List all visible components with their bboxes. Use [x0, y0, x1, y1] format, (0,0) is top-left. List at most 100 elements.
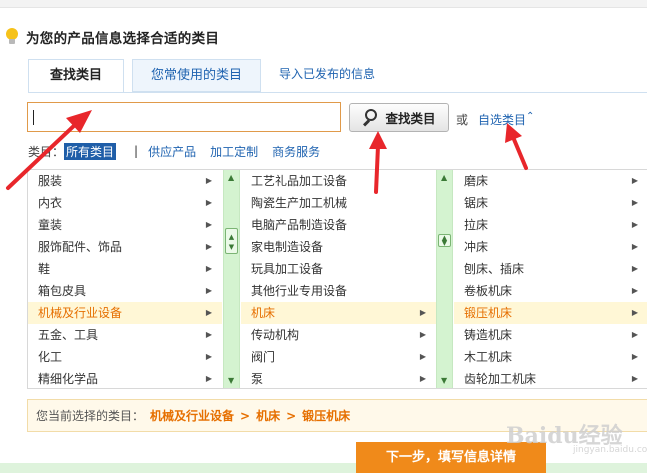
right-triangle-icon: ▶ — [205, 308, 212, 317]
category-list-level3: 磨床 ▶ 锯床 ▶ 拉床 ▶ 冲床 ▶ 刨床、插床 ▶ 卷板机床 ▶ 锻压机床 ▶ 铸造机床 ▶… — [454, 170, 647, 388]
scroll-thumb[interactable]: ▲ ▼ — [438, 234, 451, 247]
right-triangle-icon: ▶ — [631, 264, 638, 273]
page-heading: 为您的产品信息选择合适的类目 — [6, 27, 219, 47]
filter-supply-products[interactable]: 供应产品 — [148, 143, 196, 160]
right-triangle-icon: ▶ — [205, 374, 212, 383]
category-list-level1: 服装 ▶ 内衣 ▶ 童装 ▶ 服饰配件、饰品 ▶ 鞋 ▶ 箱包皮具 ▶ 机械及行业设备 ▶ 五… — [28, 170, 222, 388]
category-item[interactable]: 锯床 ▶ — [454, 192, 647, 214]
right-triangle-icon: ▶ — [205, 242, 212, 251]
category-item[interactable]: 木工机床 ▶ — [454, 346, 647, 368]
right-triangle-icon: ▶ — [205, 220, 212, 229]
category-item-selected[interactable]: 锻压机床 ▶ — [454, 302, 647, 324]
lightbulb-icon — [6, 28, 18, 46]
scrollbar-level1[interactable]: ▲ ▲ ▼ ▼ — [223, 170, 240, 388]
category-item[interactable]: 服饰配件、饰品 ▶ — [28, 236, 222, 258]
right-triangle-icon: ▶ — [205, 198, 212, 207]
find-category-button[interactable]: 查找类目 — [349, 103, 449, 132]
category-search-input[interactable] — [27, 102, 341, 132]
watermark-url: jingyan.baidu.com — [573, 445, 647, 455]
right-triangle-icon: ▶ — [631, 374, 638, 383]
right-triangle-icon: ▶ — [205, 176, 212, 185]
category-item[interactable]: 拉床 ▶ — [454, 214, 647, 236]
category-list-level2: 工艺礼品加工设备 陶瓷生产加工机械 电脑产品制造设备 家电制造设备 玩具加工设备… — [241, 170, 436, 388]
breadcrumb-level1: 机械及行业设备 — [150, 409, 235, 423]
category-item[interactable]: 精细化学品 ▶ — [28, 368, 222, 388]
category-selector-page: { "heading": "为您的产品信息选择合适的类目", "tabs": [… — [0, 0, 647, 473]
tab-frequent-categories[interactable]: 您常使用的类目 — [132, 59, 261, 92]
right-triangle-icon: ▶ — [205, 286, 212, 295]
right-triangle-icon: ▶ — [631, 286, 638, 295]
category-item[interactable]: 阀门 ▶ — [241, 346, 436, 368]
category-item[interactable]: 磨床 ▶ — [454, 170, 647, 192]
right-triangle-icon: ▶ — [631, 352, 638, 361]
bottom-stripe — [546, 463, 647, 473]
scroll-thumb[interactable]: ▲ ▼ — [225, 228, 238, 254]
scroll-up-icon[interactable]: ▲ — [228, 173, 234, 182]
breadcrumb-level3: 锻压机床 — [302, 409, 351, 423]
scroll-up-icon[interactable]: ▲ — [441, 173, 447, 182]
category-item[interactable]: 玩具加工设备 — [241, 258, 436, 280]
text-caret — [33, 110, 34, 125]
tab-bar: 查找类目 您常使用的类目 导入已发布的信息 — [28, 59, 647, 93]
category-item[interactable]: 服装 ▶ — [28, 170, 222, 192]
filter-business-services[interactable]: 商务服务 — [272, 143, 320, 160]
tab-find-category[interactable]: 查找类目 — [28, 59, 124, 93]
chevron-up-icon[interactable]: ⌃ — [526, 111, 534, 122]
right-triangle-icon: ▶ — [631, 176, 638, 185]
category-item[interactable]: 家电制造设备 — [241, 236, 436, 258]
category-item[interactable]: 齿轮加工机床 ▶ — [454, 368, 647, 388]
right-triangle-icon: ▶ — [631, 330, 638, 339]
filter-separator: | — [134, 144, 139, 158]
right-triangle-icon: ▶ — [205, 330, 212, 339]
right-triangle-icon: ▶ — [631, 308, 638, 317]
category-item[interactable]: 五金、工具 ▶ — [28, 324, 222, 346]
category-item[interactable]: 箱包皮具 ▶ — [28, 280, 222, 302]
filter-label: 类目： — [28, 144, 65, 159]
category-item[interactable]: 其他行业专用设备 — [241, 280, 436, 302]
breadcrumb-level2: 机床 — [256, 409, 281, 423]
category-item[interactable]: 工艺礼品加工设备 — [241, 170, 436, 192]
right-triangle-icon: ▶ — [419, 308, 426, 317]
right-triangle-icon: ▶ — [205, 352, 212, 361]
category-item[interactable]: 内衣 ▶ — [28, 192, 222, 214]
tab-import-published[interactable]: 导入已发布的信息 — [272, 59, 382, 92]
category-item[interactable]: 鞋 ▶ — [28, 258, 222, 280]
right-triangle-icon: ▶ — [419, 374, 426, 383]
category-columns: 服装 ▶ 内衣 ▶ 童装 ▶ 服饰配件、饰品 ▶ 鞋 ▶ 箱包皮具 ▶ 机械及行业设备 ▶ 五… — [27, 169, 647, 389]
category-item[interactable]: 陶瓷生产加工机械 — [241, 192, 436, 214]
scroll-down-icon[interactable]: ▼ — [441, 376, 447, 385]
bottom-stripe — [0, 463, 356, 473]
scrollbar-level2[interactable]: ▲ ▲ ▼ ▼ — [436, 170, 453, 388]
scroll-down-icon[interactable]: ▼ — [228, 376, 234, 385]
category-item-selected[interactable]: 机床 ▶ — [241, 302, 436, 324]
right-triangle-icon: ▶ — [631, 198, 638, 207]
category-item[interactable]: 电脑产品制造设备 — [241, 214, 436, 236]
category-item[interactable]: 泵 ▶ — [241, 368, 436, 388]
right-triangle-icon: ▶ — [419, 352, 426, 361]
category-item[interactable]: 冲床 ▶ — [454, 236, 647, 258]
category-item[interactable]: 刨床、插床 ▶ — [454, 258, 647, 280]
magnifier-icon — [362, 109, 379, 127]
category-item[interactable]: 卷板机床 ▶ — [454, 280, 647, 302]
self-select-category-link[interactable]: 自选类目 — [478, 111, 526, 128]
category-item-selected[interactable]: 机械及行业设备 ▶ — [28, 302, 222, 324]
breadcrumb-separator: > — [240, 408, 251, 423]
red-arrow-to-self-select — [505, 123, 528, 170]
heading-text: 为您的产品信息选择合适的类目 — [26, 31, 220, 47]
breadcrumb-separator: > — [286, 408, 297, 423]
category-item[interactable]: 化工 ▶ — [28, 346, 222, 368]
category-filter: 类目： 所有类目 | 供应产品 加工定制 商务服务 — [28, 142, 320, 160]
right-triangle-icon: ▶ — [631, 220, 638, 229]
selected-path-label: 您当前选择的类目： — [36, 409, 145, 423]
category-item[interactable]: 童装 ▶ — [28, 214, 222, 236]
top-border — [0, 0, 647, 8]
right-triangle-icon: ▶ — [205, 264, 212, 273]
filter-all-categories[interactable]: 所有类目 — [64, 142, 117, 160]
category-item[interactable]: 铸造机床 ▶ — [454, 324, 647, 346]
or-text: 或 — [456, 113, 469, 127]
find-category-button-label: 查找类目 — [385, 111, 436, 126]
filter-custom-processing[interactable]: 加工定制 — [210, 143, 258, 160]
tab-underline — [28, 92, 647, 93]
right-triangle-icon: ▶ — [631, 242, 638, 251]
category-item[interactable]: 传动机构 ▶ — [241, 324, 436, 346]
